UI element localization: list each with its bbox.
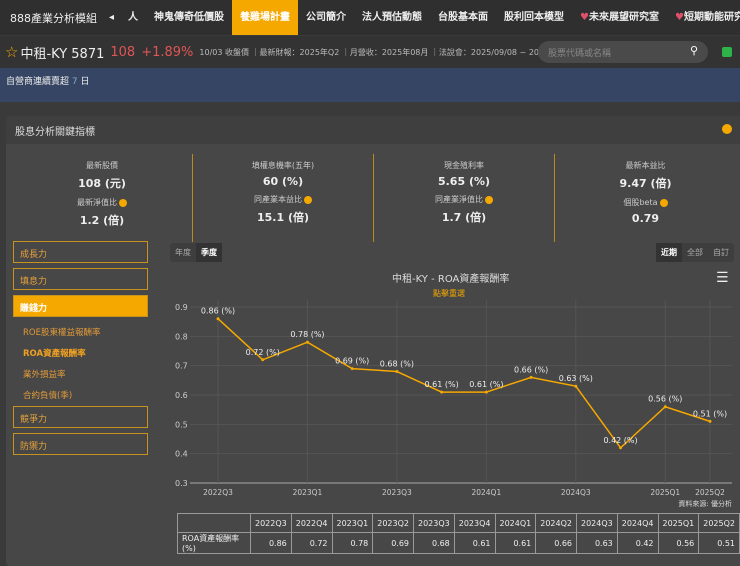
table-header-cell: 2023Q2 bbox=[372, 513, 414, 533]
data-label: 0.78 (%) bbox=[290, 330, 324, 339]
table-header-cell: 2023Q1 bbox=[331, 513, 374, 533]
table-row-label: ROA資產報酬率(%) bbox=[177, 532, 251, 554]
table-header-cell: 2024Q1 bbox=[494, 513, 537, 533]
x-tick-label: 2025Q2 bbox=[695, 488, 725, 497]
data-label: 0.56 (%) bbox=[648, 395, 682, 404]
y-tick-label: 0.7 bbox=[175, 362, 188, 371]
data-label: 0.61 (%) bbox=[425, 380, 459, 389]
data-point[interactable] bbox=[619, 446, 623, 450]
table-header-cell: 2024Q4 bbox=[616, 513, 659, 533]
table-cell: 0.78 bbox=[331, 532, 374, 554]
table-cell: 0.61 bbox=[453, 532, 496, 554]
y-tick-label: 0.6 bbox=[175, 391, 188, 400]
table-header-cell: 2025Q1 bbox=[657, 513, 700, 533]
data-label: 0.63 (%) bbox=[559, 374, 593, 383]
x-tick-label: 2023Q1 bbox=[293, 488, 323, 497]
table-cell: 0.63 bbox=[576, 532, 618, 554]
table-cell: 0.51 bbox=[698, 532, 740, 554]
table-header-cell: 2023Q3 bbox=[413, 513, 455, 533]
table-cell: 0.42 bbox=[616, 532, 659, 554]
y-tick-label: 0.4 bbox=[175, 450, 188, 459]
x-tick-label: 2024Q3 bbox=[561, 488, 591, 497]
table-cell: 0.69 bbox=[372, 532, 414, 554]
x-tick-label: 2022Q3 bbox=[203, 488, 233, 497]
table-header-cell: 2024Q3 bbox=[576, 513, 618, 533]
table-header-cell: 2024Q2 bbox=[535, 513, 577, 533]
data-point[interactable] bbox=[484, 390, 488, 394]
data-point[interactable] bbox=[708, 419, 712, 423]
x-tick-label: 2024Q1 bbox=[471, 488, 501, 497]
data-point[interactable] bbox=[574, 384, 578, 388]
table-cell: 0.56 bbox=[657, 532, 700, 554]
data-point[interactable] bbox=[216, 317, 220, 321]
table-cell: 0.72 bbox=[290, 532, 333, 554]
data-label: 0.51 (%) bbox=[693, 409, 727, 418]
table-header-cell: 2025Q2 bbox=[698, 513, 740, 533]
y-tick-label: 0.9 bbox=[175, 303, 188, 312]
data-label: 0.72 (%) bbox=[246, 348, 280, 357]
data-label: 0.61 (%) bbox=[469, 380, 503, 389]
x-tick-label: 2025Q1 bbox=[650, 488, 680, 497]
data-label: 0.66 (%) bbox=[514, 365, 548, 374]
table-cell: 0.68 bbox=[413, 532, 455, 554]
data-label: 0.68 (%) bbox=[380, 360, 414, 369]
y-tick-label: 0.3 bbox=[175, 479, 188, 488]
table-cell: 0.66 bbox=[535, 532, 577, 554]
data-point[interactable] bbox=[440, 390, 444, 394]
data-label: 0.69 (%) bbox=[335, 357, 369, 366]
table-cell: 0.86 bbox=[250, 532, 292, 554]
data-point[interactable] bbox=[529, 375, 533, 379]
data-point[interactable] bbox=[261, 358, 265, 362]
data-point[interactable] bbox=[350, 367, 354, 371]
roa-table: 2022Q3 2022Q4 2023Q1 2023Q2 2023Q3 2023Q4 2024… bbox=[177, 513, 740, 554]
y-tick-label: 0.5 bbox=[175, 420, 188, 429]
data-point[interactable] bbox=[395, 370, 399, 374]
data-label: 0.42 (%) bbox=[603, 436, 637, 445]
data-source: 資料來源: 優分析 bbox=[678, 500, 732, 508]
data-point[interactable] bbox=[663, 405, 667, 409]
table-corner bbox=[177, 513, 251, 533]
table-header-cell: 2023Q4 bbox=[453, 513, 496, 533]
table-header-cell: 2022Q3 bbox=[250, 513, 292, 533]
table-cell: 0.61 bbox=[494, 532, 537, 554]
table-header-cell: 2022Q4 bbox=[290, 513, 333, 533]
data-label: 0.86 (%) bbox=[201, 307, 235, 316]
data-point[interactable] bbox=[305, 340, 309, 344]
x-tick-label: 2023Q3 bbox=[382, 488, 412, 497]
y-tick-label: 0.8 bbox=[175, 332, 188, 341]
roa-line-chart: 0.9 0.8 0.7 0.6 0.5 0.4 0.3 2022Q3 2023Q1 2023Q3 2… bbox=[175, 300, 732, 497]
